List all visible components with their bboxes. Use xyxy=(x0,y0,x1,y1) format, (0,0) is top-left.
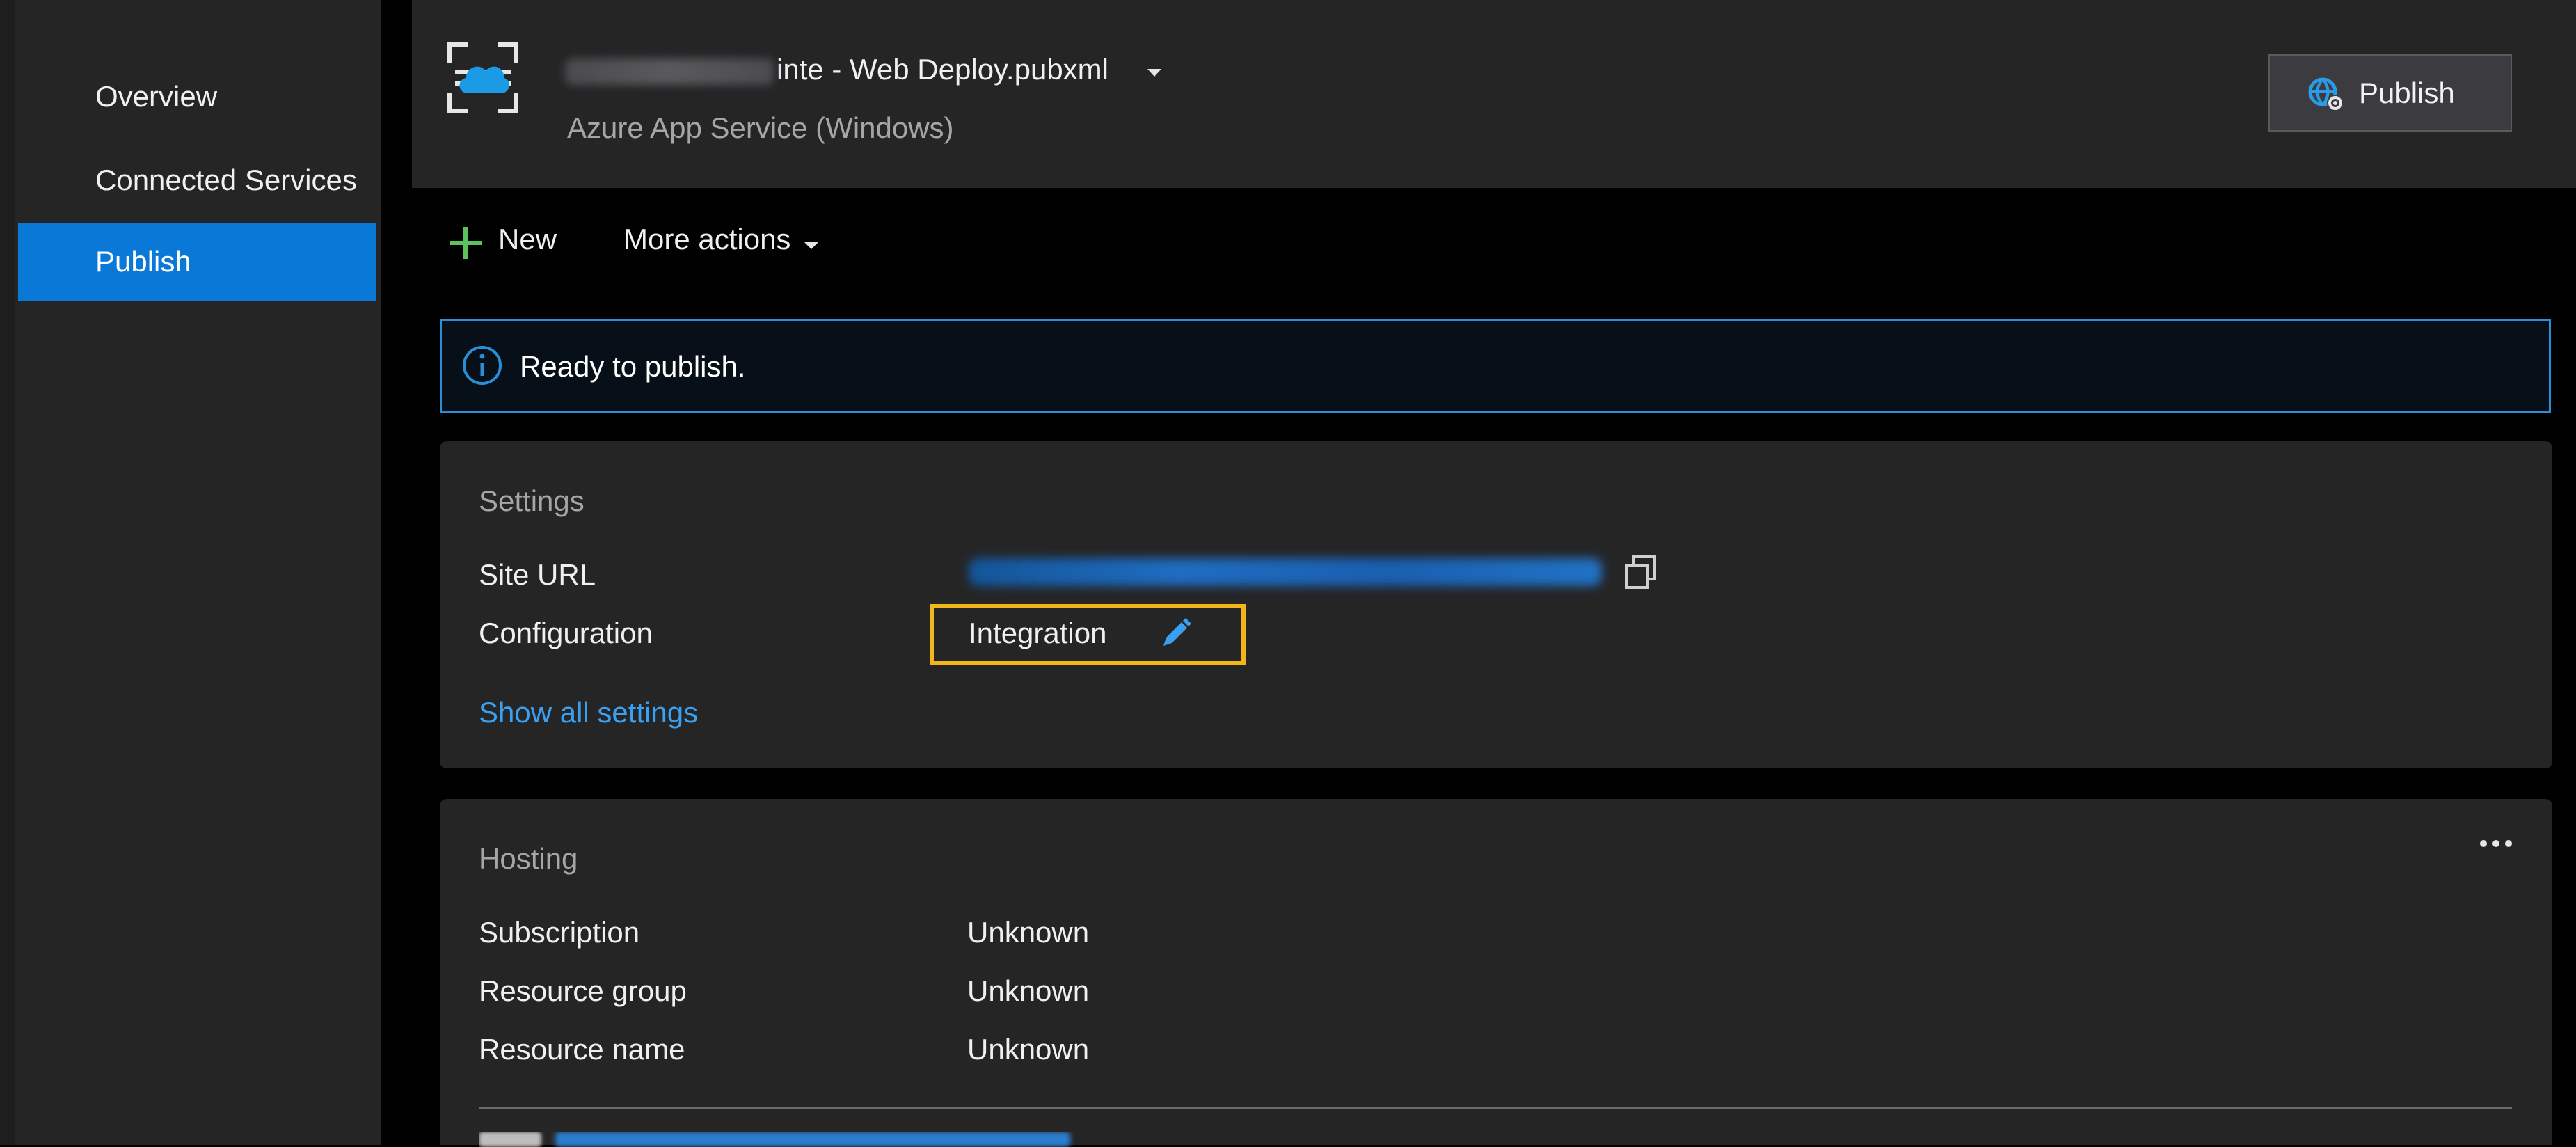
settings-card: Settings Site URL Configuration Integrat… xyxy=(440,441,2552,768)
cloud-scan-icon xyxy=(447,42,518,113)
settings-title: Settings xyxy=(479,484,585,517)
pencil-icon[interactable] xyxy=(1156,615,1194,653)
nav-item-label: Publish xyxy=(95,245,191,278)
nav-item-publish[interactable]: Publish xyxy=(18,223,376,301)
publish-button[interactable]: Publish xyxy=(2268,54,2512,132)
globe-publish-icon xyxy=(2308,77,2344,111)
info-icon xyxy=(463,346,502,385)
nav-item-connected-services[interactable]: Connected Services xyxy=(18,141,376,219)
redacted-profile-prefix xyxy=(565,58,774,85)
site-url-label: Site URL xyxy=(479,558,596,591)
hosting-title: Hosting xyxy=(479,842,578,875)
resource-group-value: Unknown xyxy=(967,974,1090,1007)
copy-icon[interactable] xyxy=(1621,553,1660,592)
info-bar: Ready to publish. xyxy=(440,319,2551,413)
profile-name-suffix: inte - Web Deploy.pubxml xyxy=(777,53,1108,86)
plus-icon xyxy=(450,227,482,259)
configuration-label: Configuration xyxy=(479,617,653,649)
nav-item-overview[interactable]: Overview xyxy=(18,58,376,136)
info-message: Ready to publish. xyxy=(520,350,746,383)
resource-group-label: Resource group xyxy=(479,974,687,1007)
left-nav: Overview Connected Services Publish xyxy=(0,0,381,1145)
profile-name[interactable]: inte - Web Deploy.pubxml xyxy=(565,53,1108,86)
subscription-value: Unknown xyxy=(967,916,1090,949)
publish-button-label: Publish xyxy=(2359,77,2455,109)
resource-name-label: Resource name xyxy=(479,1033,685,1066)
resource-name-value: Unknown xyxy=(967,1033,1090,1066)
hosting-card: Hosting Subscription Unknown Resource gr… xyxy=(440,799,2552,1147)
chevron-down-icon[interactable] xyxy=(1139,57,1170,88)
show-all-settings-link[interactable]: Show all settings xyxy=(479,696,698,729)
more-actions-label: More actions xyxy=(623,223,791,255)
nav-edge xyxy=(0,0,15,1145)
new-label: New xyxy=(498,223,557,255)
nav-item-label: Overview xyxy=(95,80,218,113)
subscription-label: Subscription xyxy=(479,916,640,949)
configuration-value: Integration xyxy=(969,617,1107,649)
redacted-site-url[interactable] xyxy=(969,558,1602,586)
chevron-down-icon xyxy=(804,242,818,249)
divider xyxy=(479,1107,2512,1109)
nav-item-label: Connected Services xyxy=(95,164,357,196)
publish-profile-header: inte - Web Deploy.pubxml Azure App Servi… xyxy=(412,0,2576,188)
target-type: Azure App Service (Windows) xyxy=(567,111,954,144)
more-icon[interactable] xyxy=(2472,835,2520,852)
